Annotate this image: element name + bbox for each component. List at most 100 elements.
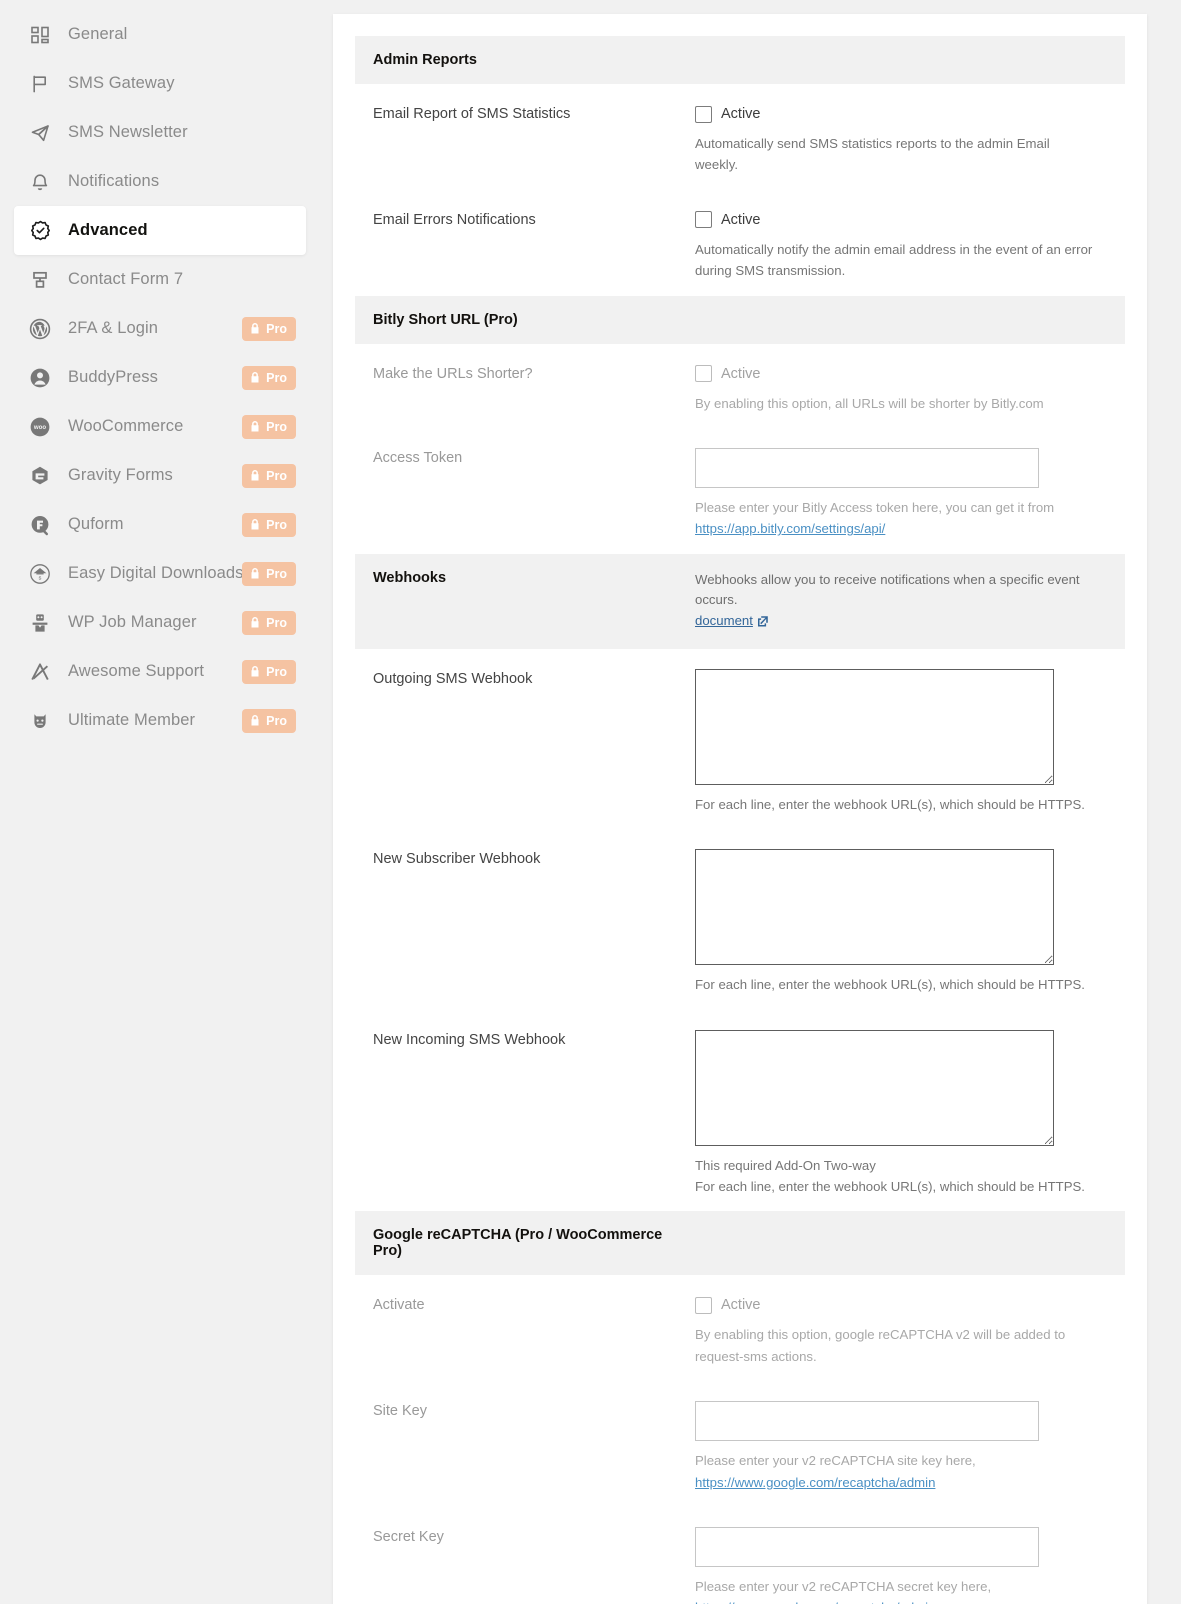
sidebar-item-notifications[interactable]: Notifications <box>14 157 306 206</box>
field-hint: By enabling this option, all URLs will b… <box>695 393 1095 414</box>
pro-badge[interactable]: Pro <box>242 415 296 439</box>
row-label: Outgoing SMS Webhook <box>373 669 695 687</box>
hint-text-https: For each line, enter the webhook URL(s),… <box>695 1179 1085 1194</box>
checkbox-line[interactable]: Active <box>695 210 1107 230</box>
edd-icon: $ <box>28 562 52 586</box>
new-subscriber-webhook-textarea[interactable] <box>695 849 1054 965</box>
sidebar-item-2fa-login[interactable]: 2FA & Login Pro <box>14 304 306 353</box>
checkbox-line[interactable]: Active <box>695 1295 1107 1315</box>
section-title: Webhooks <box>373 570 695 586</box>
hint-text: Please enter your v2 reCAPTCHA site key … <box>695 1453 976 1468</box>
row-field: Please enter your Bitly Access token her… <box>695 448 1107 540</box>
row-label: Email Errors Notifications <box>373 210 695 228</box>
sidebar-item-label: WP Job Manager <box>68 613 197 632</box>
sidebar-item-quform[interactable]: Quform Pro <box>14 500 306 549</box>
secret-key-input[interactable] <box>695 1527 1039 1567</box>
checkbox-label: Active <box>721 1297 761 1313</box>
email-report-statistics-checkbox[interactable] <box>695 106 712 123</box>
sidebar-item-label: Notifications <box>68 172 159 191</box>
recaptcha-activate-checkbox[interactable] <box>695 1297 712 1314</box>
pro-badge-label: Pro <box>266 469 287 483</box>
sidebar-item-label: Easy Digital Downloads <box>68 564 244 583</box>
pro-badge[interactable]: Pro <box>242 513 296 537</box>
checkbox-label: Active <box>721 106 761 122</box>
row-email-errors-notifications: Email Errors Notifications Active Automa… <box>355 190 1125 296</box>
row-site-key: Site Key Please enter your v2 reCAPTCHA … <box>355 1381 1125 1507</box>
sidebar-item-label: Quform <box>68 515 124 534</box>
section-header-bitly: Bitly Short URL (Pro) <box>355 296 1125 344</box>
lock-icon <box>249 616 261 629</box>
bitly-api-link[interactable]: https://app.bitly.com/settings/api/ <box>695 521 885 536</box>
field-hint: Automatically notify the admin email add… <box>695 239 1095 282</box>
hint-text: Please enter your Bitly Access token her… <box>695 500 1054 515</box>
section-description: Webhooks allow you to receive notificati… <box>695 570 1107 633</box>
site-key-input[interactable] <box>695 1401 1039 1441</box>
sidebar-item-awesome-support[interactable]: Awesome SupportPro <box>14 647 306 696</box>
pro-badge[interactable]: Pro <box>242 562 296 586</box>
sidebar-item-label: SMS Newsletter <box>68 123 188 142</box>
bell-icon <box>28 170 52 194</box>
sidebar-item-contact-form-7[interactable]: Contact Form 7 <box>14 255 306 304</box>
pro-badge-label: Pro <box>266 322 287 336</box>
row-label: Site Key <box>373 1401 695 1419</box>
sidebar-item-label: 2FA & Login <box>68 319 158 338</box>
sidebar-item-ultimate-member[interactable]: Ultimate MemberPro <box>14 696 306 745</box>
make-urls-shorter-checkbox[interactable] <box>695 365 712 382</box>
row-field: Active Automatically notify the admin em… <box>695 210 1107 282</box>
sidebar-item-wp-job-manager[interactable]: WP Job Manager Pro <box>14 598 306 647</box>
sidebar-item-gravity-forms[interactable]: Gravity Forms Pro <box>14 451 306 500</box>
email-errors-notifications-checkbox[interactable] <box>695 211 712 228</box>
sidebar-item-label: SMS Gateway <box>68 74 175 93</box>
sidebar-item-sms-newsletter[interactable]: SMS Newsletter <box>14 108 306 157</box>
sidebar-item-label: General <box>68 25 127 44</box>
field-hint: Please enter your v2 reCAPTCHA secret ke… <box>695 1576 1095 1604</box>
pro-badge[interactable]: Pro <box>242 366 296 390</box>
pro-badge[interactable]: Pro <box>242 317 296 341</box>
sidebar-item-easy-digital-downloads[interactable]: $ Easy Digital DownloadsPro <box>14 549 306 598</box>
sidebar-item-woocommerce[interactable]: wooWooCommercePro <box>14 402 306 451</box>
access-token-input[interactable] <box>695 448 1039 488</box>
section-header-webhooks: Webhooks Webhooks allow you to receive n… <box>355 554 1125 649</box>
field-hint: Please enter your v2 reCAPTCHA site key … <box>695 1450 1095 1493</box>
lock-icon <box>249 371 261 384</box>
row-access-token: Access Token Please enter your Bitly Acc… <box>355 428 1125 554</box>
pro-badge[interactable]: Pro <box>242 660 296 684</box>
section-header-recaptcha: Google reCAPTCHA (Pro / WooCommerce Pro) <box>355 1211 1125 1275</box>
sidebar-item-advanced[interactable]: Advanced <box>14 206 306 255</box>
buddypress-icon <box>28 366 52 390</box>
sidebar-item-sms-gateway[interactable]: SMS Gateway <box>14 59 306 108</box>
section-title: Bitly Short URL (Pro) <box>373 312 695 328</box>
settings-sidebar: General SMS Gateway SMS Newsletter Notifica… <box>0 0 314 745</box>
row-label: Activate <box>373 1295 695 1313</box>
wordpress-icon <box>28 317 52 341</box>
sidebar-item-label: Contact Form 7 <box>68 270 183 289</box>
pro-badge-label: Pro <box>266 371 287 385</box>
checkbox-line[interactable]: Active <box>695 364 1107 384</box>
row-field: For each line, enter the webhook URL(s),… <box>695 669 1107 815</box>
recaptcha-admin-link-secret[interactable]: https://www.google.com/recaptcha/admin <box>695 1600 935 1604</box>
settings-page: General SMS Gateway SMS Newsletter Notifica… <box>0 0 1181 1604</box>
row-secret-key: Secret Key Please enter your v2 reCAPTCH… <box>355 1507 1125 1604</box>
pro-badge[interactable]: Pro <box>242 709 296 733</box>
field-hint: For each line, enter the webhook URL(s),… <box>695 974 1095 995</box>
sidebar-item-label: Gravity Forms <box>68 466 173 485</box>
checkbox-label: Active <box>721 366 761 382</box>
sidebar-item-general[interactable]: General <box>14 10 306 59</box>
checkbox-line[interactable]: Active <box>695 104 1107 124</box>
row-label: New Subscriber Webhook <box>373 849 695 867</box>
sidebar-item-label: BuddyPress <box>68 368 158 387</box>
new-incoming-sms-webhook-textarea[interactable] <box>695 1030 1054 1146</box>
webhooks-document-link[interactable]: document <box>695 613 753 628</box>
pro-badge[interactable]: Pro <box>242 611 296 635</box>
sidebar-item-label: Advanced <box>68 221 148 240</box>
pro-badge-label: Pro <box>266 714 287 728</box>
field-hint: For each line, enter the webhook URL(s),… <box>695 794 1095 815</box>
outgoing-sms-webhook-textarea[interactable] <box>695 669 1054 785</box>
field-hint: Automatically send SMS statistics report… <box>695 133 1095 176</box>
badge-check-icon <box>28 219 52 243</box>
recaptcha-admin-link-site[interactable]: https://www.google.com/recaptcha/admin <box>695 1475 935 1490</box>
pro-badge[interactable]: Pro <box>242 464 296 488</box>
lock-icon <box>249 567 261 580</box>
awesome-support-icon <box>28 660 52 684</box>
sidebar-item-buddypress[interactable]: BuddyPress Pro <box>14 353 306 402</box>
